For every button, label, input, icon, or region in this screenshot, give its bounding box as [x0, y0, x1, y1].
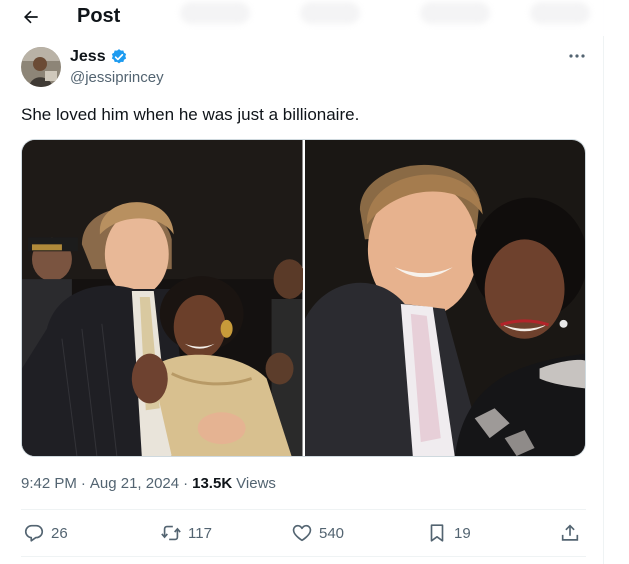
author-name[interactable]: Jess — [70, 48, 106, 66]
photo-couple-portrait — [304, 140, 585, 456]
bookmark-icon — [430, 524, 444, 542]
divider — [21, 509, 586, 510]
photo-left[interactable] — [22, 140, 303, 456]
bookmark-button[interactable]: 19 — [426, 522, 471, 544]
media-gallery[interactable] — [21, 139, 586, 457]
avatar-image — [21, 47, 61, 87]
divider — [21, 556, 586, 557]
action-bar: 26 117 540 19 — [21, 512, 586, 556]
tweet-time[interactable]: 9:42 PM — [21, 475, 77, 492]
blurred-header-element — [420, 2, 490, 24]
reply-icon — [24, 524, 44, 542]
like-icon — [292, 524, 312, 542]
reply-button[interactable]: 26 — [23, 522, 68, 544]
meta-separator: · — [183, 475, 189, 492]
header-bar: Post — [0, 0, 604, 36]
tweet-date[interactable]: Aug 21, 2024 — [90, 475, 179, 492]
verified-badge-icon — [111, 49, 126, 64]
meta-separator: · — [80, 475, 86, 492]
share-icon — [561, 524, 579, 541]
tweet-text: She loved him when he was just a billion… — [21, 105, 360, 124]
photo-right[interactable] — [304, 140, 585, 456]
views-count: 13.5K — [192, 475, 233, 492]
post-detail-view: Post Jess @jessiprincey She loved him wh… — [0, 0, 604, 564]
blurred-header-element — [180, 2, 250, 24]
reply-count: 26 — [51, 524, 68, 542]
author-handle[interactable]: @jessiprincey — [70, 69, 164, 86]
tweet-meta: 9:42 PM · Aug 21, 2024 · 13.5K Views — [21, 475, 276, 492]
blurred-header-element — [300, 2, 360, 24]
repost-count: 117 — [188, 524, 212, 542]
share-button[interactable] — [559, 522, 581, 544]
back-arrow-icon — [24, 10, 38, 24]
blurred-header-element — [530, 2, 590, 24]
repost-button[interactable]: 117 — [160, 522, 212, 544]
views-label: Views — [236, 475, 276, 492]
avatar[interactable] — [21, 47, 61, 87]
more-options-button[interactable] — [566, 46, 588, 66]
bookmark-count: 19 — [454, 524, 471, 542]
like-button[interactable]: 540 — [291, 522, 344, 544]
repost-icon — [161, 525, 181, 541]
back-button[interactable] — [16, 4, 46, 30]
page-title: Post — [77, 5, 121, 27]
more-icon — [569, 54, 585, 58]
photo-couple-hug — [22, 140, 303, 456]
like-count: 540 — [319, 524, 345, 542]
author-name-row[interactable]: Jess — [70, 48, 128, 66]
